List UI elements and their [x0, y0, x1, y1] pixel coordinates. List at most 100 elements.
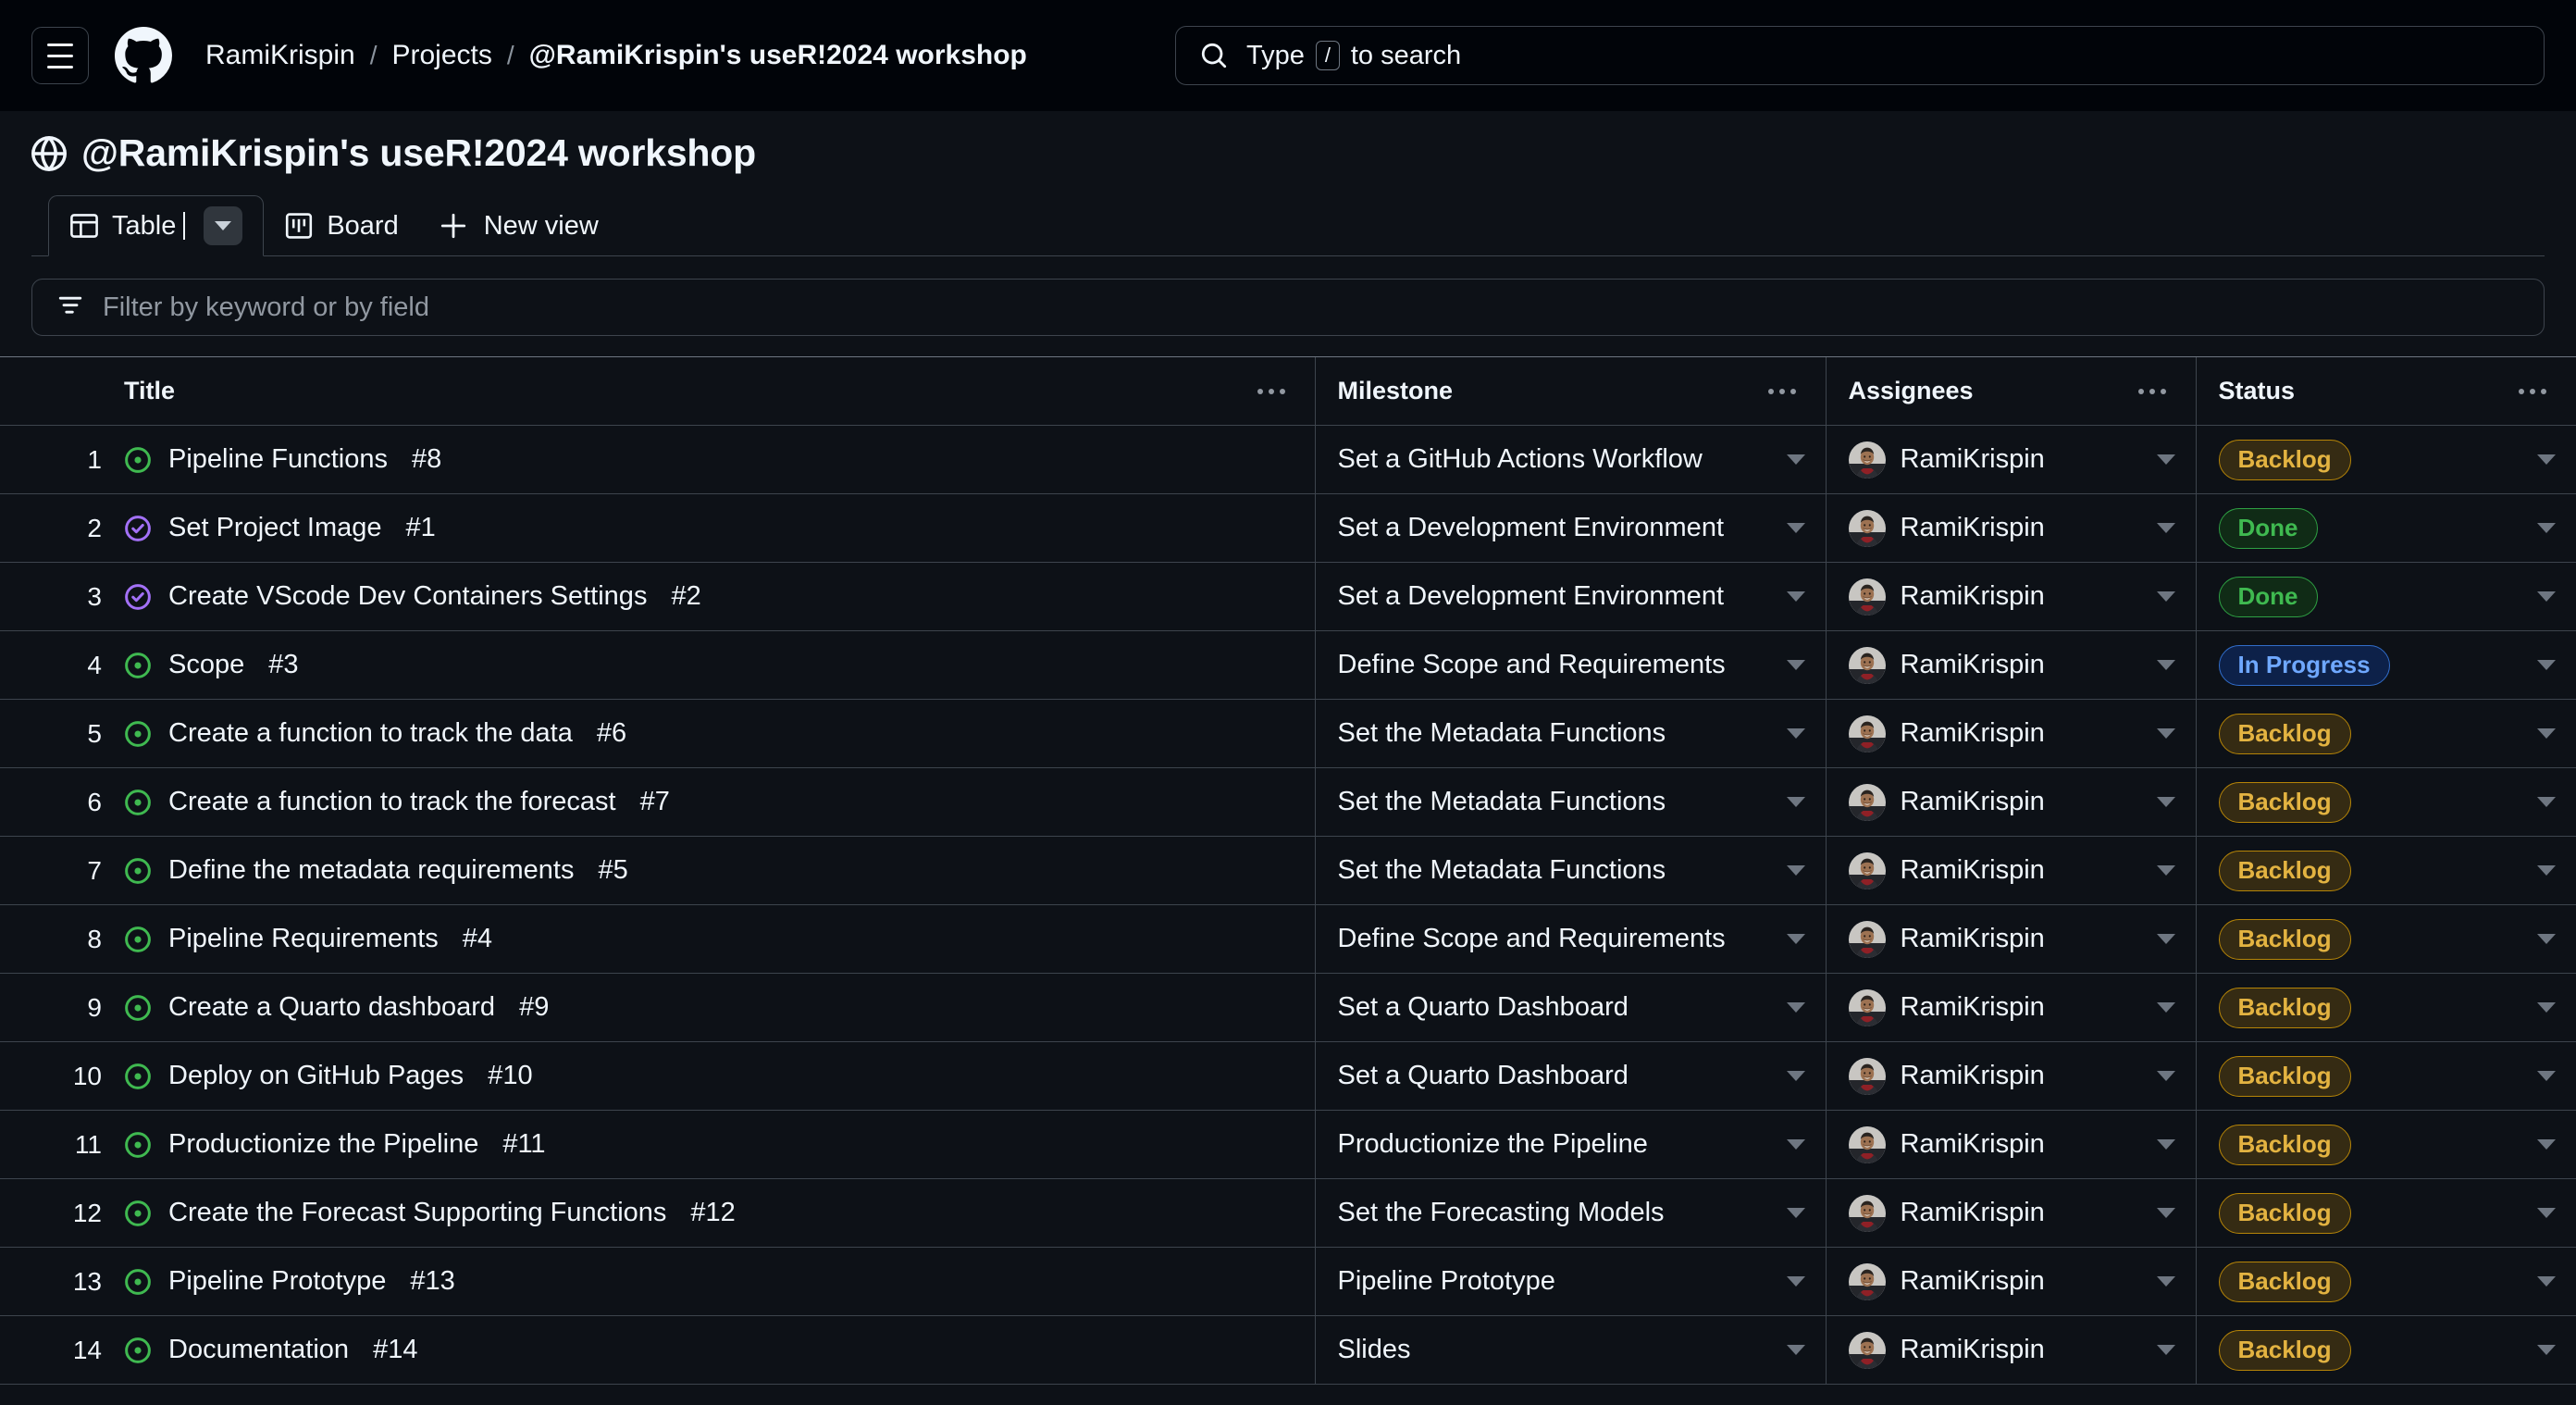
- status-badge[interactable]: Backlog: [2218, 850, 2351, 891]
- status-badge[interactable]: Backlog: [2218, 1261, 2351, 1302]
- milestone-dropdown-icon[interactable]: [1786, 728, 1805, 739]
- column-header-assignees[interactable]: Assignees: [1825, 356, 2196, 426]
- cell-milestone[interactable]: Set the Metadata Functions: [1314, 836, 1826, 905]
- issue-title[interactable]: Create a function to track the data: [168, 718, 573, 749]
- tab-table[interactable]: Table: [48, 195, 265, 256]
- breadcrumb-projects[interactable]: Projects: [392, 40, 492, 71]
- breadcrumb-project-name[interactable]: @RamiKrispin's useR!2024 workshop: [529, 40, 1027, 71]
- cell-assignees[interactable]: RamiKrispin: [1825, 836, 2196, 905]
- column-header-milestone[interactable]: Milestone: [1314, 356, 1826, 426]
- status-dropdown-icon[interactable]: [2537, 454, 2556, 465]
- cell-title[interactable]: Create the Forecast Supporting Functions…: [102, 1178, 1315, 1248]
- cell-milestone[interactable]: Set a GitHub Actions Workflow: [1314, 425, 1826, 494]
- issue-title[interactable]: Set Project Image: [168, 513, 382, 543]
- cell-assignees[interactable]: RamiKrispin: [1825, 562, 2196, 631]
- milestone-dropdown-icon[interactable]: [1786, 1139, 1805, 1150]
- cell-assignees[interactable]: RamiKrispin: [1825, 630, 2196, 700]
- cell-status[interactable]: Backlog: [2195, 1315, 2576, 1385]
- assignees-dropdown-icon[interactable]: [2156, 934, 2175, 944]
- cell-title[interactable]: Scope #3: [102, 630, 1315, 700]
- milestone-dropdown-icon[interactable]: [1786, 523, 1805, 533]
- status-dropdown-icon[interactable]: [2537, 1208, 2556, 1218]
- cell-assignees[interactable]: RamiKrispin: [1825, 1178, 2196, 1248]
- status-badge[interactable]: Backlog: [2218, 1192, 2351, 1234]
- status-badge[interactable]: Backlog: [2218, 918, 2351, 960]
- assignees-dropdown-icon[interactable]: [2156, 797, 2175, 807]
- column-header-status[interactable]: Status: [2195, 356, 2576, 426]
- status-badge[interactable]: In Progress: [2218, 644, 2390, 686]
- cell-assignees[interactable]: RamiKrispin: [1825, 493, 2196, 563]
- status-dropdown-icon[interactable]: [2537, 1139, 2556, 1150]
- issue-title[interactable]: Deploy on GitHub Pages: [168, 1061, 464, 1091]
- column-menu-status-icon[interactable]: [2511, 381, 2554, 402]
- column-header-title[interactable]: Title: [102, 356, 1315, 426]
- column-menu-title-icon[interactable]: [1250, 381, 1293, 402]
- cell-milestone[interactable]: Pipeline Prototype: [1314, 1247, 1826, 1316]
- tab-board[interactable]: Board: [264, 195, 418, 256]
- cell-milestone[interactable]: Set the Metadata Functions: [1314, 767, 1826, 837]
- cell-milestone[interactable]: Set a Development Environment: [1314, 493, 1826, 563]
- cell-status[interactable]: In Progress: [2195, 630, 2576, 700]
- issue-title[interactable]: Create a function to track the forecast: [168, 787, 616, 817]
- status-dropdown-icon[interactable]: [2537, 591, 2556, 602]
- cell-assignees[interactable]: RamiKrispin: [1825, 425, 2196, 494]
- cell-status[interactable]: Backlog: [2195, 767, 2576, 837]
- cell-assignees[interactable]: RamiKrispin: [1825, 1110, 2196, 1179]
- issue-title[interactable]: Scope: [168, 650, 244, 680]
- status-dropdown-icon[interactable]: [2537, 1071, 2556, 1081]
- issue-title[interactable]: Pipeline Functions: [168, 444, 388, 475]
- status-dropdown-icon[interactable]: [2537, 728, 2556, 739]
- issue-title[interactable]: Productionize the Pipeline: [168, 1129, 478, 1160]
- cell-status[interactable]: Backlog: [2195, 1110, 2576, 1179]
- assignees-dropdown-icon[interactable]: [2156, 1002, 2175, 1013]
- column-menu-milestone-icon[interactable]: [1761, 381, 1803, 402]
- milestone-dropdown-icon[interactable]: [1786, 454, 1805, 465]
- status-badge[interactable]: Done: [2218, 507, 2318, 549]
- cell-milestone[interactable]: Define Scope and Requirements: [1314, 904, 1826, 974]
- table-row[interactable]: 11 Productionize the Pipeline #11 Productio…: [0, 1110, 2576, 1179]
- cell-status[interactable]: Backlog: [2195, 425, 2576, 494]
- milestone-dropdown-icon[interactable]: [1786, 797, 1805, 807]
- table-row[interactable]: 10 Deploy on GitHub Pages #10 Set a Quarto …: [0, 1041, 2576, 1111]
- assignees-dropdown-icon[interactable]: [2156, 523, 2175, 533]
- table-row[interactable]: 13 Pipeline Prototype #13 Pipeline Prototyp…: [0, 1247, 2576, 1316]
- table-row[interactable]: 14 Documentation #14 Slides RamiKrispin Backl…: [0, 1315, 2576, 1385]
- status-badge[interactable]: Backlog: [2218, 1124, 2351, 1165]
- assignees-dropdown-icon[interactable]: [2156, 1345, 2175, 1355]
- assignees-dropdown-icon[interactable]: [2156, 1208, 2175, 1218]
- cell-milestone[interactable]: Set the Metadata Functions: [1314, 699, 1826, 768]
- cell-assignees[interactable]: RamiKrispin: [1825, 1315, 2196, 1385]
- status-badge[interactable]: Done: [2218, 576, 2318, 617]
- new-view-button[interactable]: New view: [419, 195, 619, 256]
- table-row[interactable]: 9 Create a Quarto dashboard #9 Set a Quarto…: [0, 973, 2576, 1042]
- cell-status[interactable]: Backlog: [2195, 699, 2576, 768]
- cell-status[interactable]: Backlog: [2195, 836, 2576, 905]
- cell-title[interactable]: Define the metadata requirements #5: [102, 836, 1315, 905]
- milestone-dropdown-icon[interactable]: [1786, 934, 1805, 944]
- cell-title[interactable]: Pipeline Requirements #4: [102, 904, 1315, 974]
- cell-assignees[interactable]: RamiKrispin: [1825, 973, 2196, 1042]
- issue-title[interactable]: Define the metadata requirements: [168, 855, 574, 886]
- milestone-dropdown-icon[interactable]: [1786, 865, 1805, 876]
- table-row[interactable]: 4 Scope #3 Define Scope and Requirements Ram…: [0, 630, 2576, 700]
- status-dropdown-icon[interactable]: [2537, 660, 2556, 670]
- cell-assignees[interactable]: RamiKrispin: [1825, 699, 2196, 768]
- cell-title[interactable]: Pipeline Prototype #13: [102, 1247, 1315, 1316]
- cell-status[interactable]: Backlog: [2195, 973, 2576, 1042]
- search-input[interactable]: Type / to search: [1175, 26, 2545, 85]
- cell-milestone[interactable]: Set a Quarto Dashboard: [1314, 973, 1826, 1042]
- table-row[interactable]: 1 Pipeline Functions #8 Set a GitHub Action…: [0, 425, 2576, 494]
- cell-status[interactable]: Done: [2195, 562, 2576, 631]
- issue-title[interactable]: Create a Quarto dashboard: [168, 992, 495, 1023]
- cell-milestone[interactable]: Slides: [1314, 1315, 1826, 1385]
- cell-status[interactable]: Backlog: [2195, 904, 2576, 974]
- cell-status[interactable]: Backlog: [2195, 1041, 2576, 1111]
- issue-title[interactable]: Pipeline Requirements: [168, 924, 439, 954]
- breadcrumb-owner[interactable]: RamiKrispin: [205, 40, 355, 71]
- status-badge[interactable]: Backlog: [2218, 439, 2351, 480]
- table-row[interactable]: 3 Create VScode Dev Containers Settings #2…: [0, 562, 2576, 631]
- assignees-dropdown-icon[interactable]: [2156, 454, 2175, 465]
- column-menu-assignees-icon[interactable]: [2131, 381, 2174, 402]
- milestone-dropdown-icon[interactable]: [1786, 1276, 1805, 1287]
- cell-assignees[interactable]: RamiKrispin: [1825, 1247, 2196, 1316]
